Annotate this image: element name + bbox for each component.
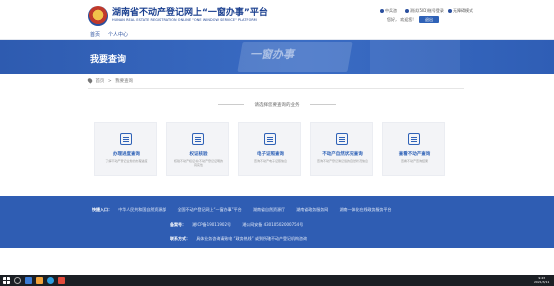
card-title: 查看不动产查询 <box>398 152 431 157</box>
footer-host-label: 备案号： <box>170 222 186 227</box>
footer-link-national-platform[interactable]: 全国不动产登记网上“一窗办事”平台 <box>178 207 242 212</box>
app-icon[interactable] <box>58 277 65 284</box>
site-title: 湖南省不动产登记网上“一窗办事”平台 <box>112 8 268 18</box>
footer-contact-info: 联系方式： 具体业务咨询请致电 “政务热线” 或到所辖不动产登记机构咨询 <box>170 236 317 242</box>
footer-link-hunan-online-service[interactable]: 湖南一体化在线政务服务平台 <box>340 207 392 212</box>
house-icon <box>408 133 420 145</box>
site-logo-icon[interactable] <box>88 6 108 26</box>
card-description: 查询不动产电子证照信息 <box>253 159 287 163</box>
nav-item-home[interactable]: 首页 <box>90 31 100 38</box>
e-certificate-icon <box>264 133 276 145</box>
search-icon[interactable] <box>14 277 21 284</box>
breadcrumb-home[interactable]: 首页 <box>95 79 104 84</box>
link-zhongbingzi[interactable]: 中兵咨 <box>380 8 397 14</box>
footer-link-mnr[interactable]: 中华人民共和国自然资源部 <box>118 207 166 212</box>
section-title-rule-right <box>310 104 336 105</box>
main-nav: 首页 个人中心 <box>0 30 554 40</box>
accessibility-icon <box>448 9 452 13</box>
breadcrumb-divider <box>88 88 464 89</box>
card-view-property-query[interactable]: 查看不动产查询 查看不动产查询结果 <box>382 122 445 176</box>
card-title: 不动产自然状况查询 <box>322 152 363 157</box>
link-test-login[interactable]: 测试(5ID)账号登录 <box>405 8 444 14</box>
banner-decoration-text: 一窗办事 <box>250 48 294 61</box>
page-banner: 一窗办事 我要查询 <box>0 40 554 74</box>
user-icon <box>380 9 384 13</box>
browser-icon[interactable] <box>47 277 54 284</box>
footer-host-info: 备案号： 湘ICP备19011902号 湘公网安备 43010502000754… <box>170 222 313 228</box>
footer-contact-label: 联系方式： <box>170 236 190 241</box>
card-e-certificate-query[interactable]: 电子证照查询 查询不动产电子证照信息 <box>238 122 301 176</box>
taskbar-clock[interactable]: 9:43 2021/3/11 <box>534 276 549 284</box>
footer-icp: 湘ICP备19011902号 <box>192 222 232 227</box>
location-pin-icon <box>86 77 94 84</box>
card-progress-query[interactable]: 办理进度查询 了解不动产登记业务的办理进度 <box>94 122 157 176</box>
section-title: 请选择您要查询的业务 <box>254 103 300 108</box>
file-explorer-icon[interactable] <box>36 277 43 284</box>
card-description: 查看不动产查询结果 <box>400 159 428 163</box>
footer-link-hunan-dnr[interactable]: 湖南省自然资源厅 <box>253 207 285 212</box>
link-accessibility[interactable]: 无障碍模式 <box>448 8 473 14</box>
card-title: 电子证照查询 <box>257 152 284 157</box>
card-description: 核验不动产权证书/不动产登记证明的真实性 <box>173 159 223 167</box>
card-property-status-query[interactable]: 不动产自然状况查询 查询不动产登记簿记载的自然状况信息 <box>310 122 373 176</box>
breadcrumb: 首页 > 我要查询 <box>86 77 134 84</box>
footer-links-label: 快捷入口： <box>92 207 112 212</box>
breadcrumb-separator: > <box>107 79 112 84</box>
page-title: 我要查询 <box>90 55 127 65</box>
banner-decoration-panel <box>370 40 460 74</box>
page-bottom-space <box>0 248 554 275</box>
certificate-icon <box>192 133 204 145</box>
breadcrumb-current: 我要查询 <box>115 79 134 84</box>
task-view-icon[interactable] <box>25 277 32 284</box>
building-scan-icon <box>336 133 348 145</box>
card-title: 办理进度查询 <box>113 152 140 157</box>
card-title: 权证核验 <box>189 152 208 157</box>
search-document-icon <box>120 133 132 145</box>
card-description: 了解不动产登记业务的办理进度 <box>105 159 148 163</box>
account-icon <box>405 9 409 13</box>
card-description: 查询不动产登记簿记载的自然状况信息 <box>317 159 369 163</box>
footer-link-hunan-gov-service[interactable]: 湖南省政务服务网 <box>296 207 328 212</box>
clock-date: 2021/3/11 <box>534 280 550 284</box>
footer-police-record: 湘公网安备 43010502000754号 <box>242 222 304 227</box>
card-certificate-verify[interactable]: 权证核验 核验不动产权证书/不动产登记证明的真实性 <box>166 122 229 176</box>
nav-item-personal-center[interactable]: 个人中心 <box>108 31 128 38</box>
site-footer: 快捷入口： 中华人民共和国自然资源部 全国不动产登记网上“一窗办事”平台 湖南省… <box>0 196 554 248</box>
site-header: 湖南省不动产登记网上“一窗办事”平台 HUNAN REAL ESTATE REG… <box>0 0 554 30</box>
os-taskbar: 9:43 2021/3/11 <box>0 275 554 286</box>
footer-quick-links: 快捷入口： 中华人民共和国自然资源部 全国不动产登记网上“一窗办事”平台 湖南省… <box>92 207 402 213</box>
footer-contact-text: 具体业务咨询请致电 “政务热线” 或到所辖不动产登记机构咨询 <box>196 236 307 241</box>
login-welcome: 您好， 欢迎您! <box>387 17 414 22</box>
windows-start-icon[interactable] <box>3 277 10 284</box>
site-subtitle: HUNAN REAL ESTATE REGISTRATION ONLINE "O… <box>112 18 257 22</box>
logout-button[interactable]: 退出 <box>419 16 439 23</box>
